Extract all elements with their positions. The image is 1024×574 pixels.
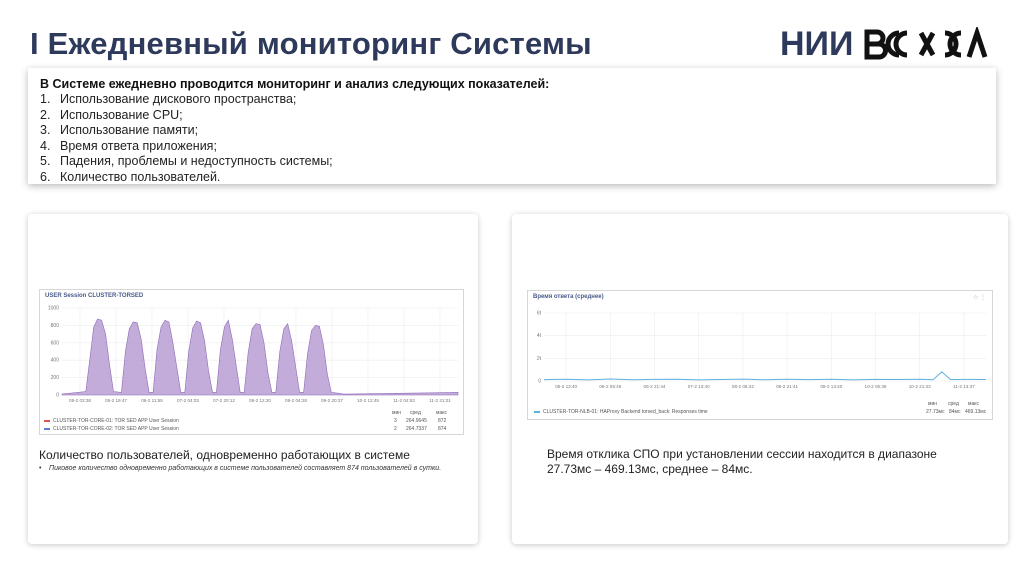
- list-item-text: Время ответа приложения;: [60, 138, 217, 153]
- x-tick-label: 10-2 21:33: [909, 384, 931, 389]
- y-tick-label: 1000: [48, 306, 59, 312]
- legend-avg: 264.7337: [406, 426, 427, 432]
- list-item: 1. Использование дискового пространства;: [40, 92, 984, 108]
- y-tick-label: 400: [51, 358, 60, 364]
- x-tick-label: 07-2 20:12: [213, 398, 235, 403]
- x-tick-label: 08-2 05:42: [732, 384, 754, 389]
- list-item: 5. Падения, проблемы и недоступность сист…: [40, 154, 984, 170]
- list-item: 4. Время ответа приложения;: [40, 139, 984, 155]
- legend-swatch: [44, 420, 50, 422]
- user-sessions-chart-panel: USER Session CLUSTER-TORSED 0 200 400 600 80…: [39, 289, 464, 435]
- user-sessions-card: USER Session CLUSTER-TORSED 0 200 400 600 80…: [28, 214, 478, 544]
- legend-label: CLUSTER-TOR-NLB-01: HAProxy Backend tors…: [543, 409, 708, 415]
- monitoring-info-box: В Системе ежедневно проводится мониторин…: [28, 68, 996, 184]
- series-area: [61, 318, 459, 396]
- x-tick-label: 08-2 21:41: [776, 384, 798, 389]
- user-sessions-note: • Пиковое количество одновременно работа…: [39, 464, 464, 473]
- y-tick-label: 0: [538, 379, 541, 385]
- response-time-chart: 0 2t 4t 6t 05-2 13:40 06-2 05:45 06-2 21:44 07-…: [537, 311, 987, 389]
- y-tick-label: 2t: [537, 356, 542, 362]
- x-tick-label: 07-2 13:40: [688, 384, 710, 389]
- user-sessions-chart: 0 200 400 600 800 1000 05-2 03:38 05-2 19:47 06-…: [48, 306, 459, 403]
- x-tick-label: 06-2 05:45: [599, 384, 621, 389]
- y-tick-label: 0: [56, 393, 59, 399]
- x-tick-label: 05-2 03:38: [69, 398, 91, 403]
- y-tick-label: 4t: [537, 333, 542, 339]
- y-tick-label: 6t: [537, 311, 542, 317]
- legend-min: 27.73мс: [926, 409, 945, 415]
- legend-min: 3: [394, 418, 397, 424]
- legend-item: CLUSTER-TOR-CORE-01: TOR SED APP User Se…: [44, 418, 179, 424]
- x-tick-label: 06-2 21:44: [644, 384, 666, 389]
- list-item-text: Использование дискового пространства;: [60, 92, 297, 106]
- legend-header-avg: сред: [948, 401, 959, 407]
- info-heading: В Системе ежедневно проводится мониторин…: [40, 77, 550, 91]
- list-item: 6. Количество пользователей.: [40, 170, 984, 186]
- list-item-number: 5.: [40, 154, 51, 168]
- legend-min: 2: [394, 426, 397, 432]
- list-item-number: 3.: [40, 123, 51, 137]
- list-item: 3. Использование памяти;: [40, 123, 984, 139]
- x-tick-label: 10-2 12:45: [357, 398, 379, 403]
- note-bullet: •: [39, 465, 42, 472]
- response-time-chart-panel: Время ответа (среднее) ☆ ⋮ 0 2t 4t 6t 05-2 1…: [527, 290, 993, 420]
- y-tick-label: 800: [51, 323, 60, 329]
- page-title: I Ежедневный мониторинг Системы: [30, 26, 592, 61]
- legend-label: CLUSTER-TOR-CORE-01: TOR SED APP User Se…: [53, 418, 179, 424]
- y-tick-label: 200: [51, 375, 60, 381]
- logo-text: НИИ: [780, 24, 854, 63]
- logo-mark-icon: [864, 27, 988, 60]
- note-text: Пиковое количество одновременно работающ…: [49, 465, 442, 472]
- response-time-card: Время ответа (среднее) ☆ ⋮ 0 2t 4t 6t 05-2 1…: [512, 214, 1008, 544]
- legend-header-max: макс: [968, 401, 979, 407]
- x-tick-label: 11-2 21:01: [429, 398, 451, 403]
- legend-max: 469.13мс: [965, 409, 987, 415]
- legend-swatch: [44, 428, 50, 430]
- legend-swatch: [534, 411, 540, 413]
- list-item-text: Использование памяти;: [60, 123, 199, 137]
- x-tick-label: 11-2 04:53: [393, 398, 415, 403]
- legend-header-min: мин: [928, 401, 937, 407]
- x-tick-label: 06-2 11:55: [141, 398, 163, 403]
- logo: НИИ: [780, 24, 993, 64]
- x-tick-label: 05-2 13:40: [555, 384, 577, 389]
- legend-max: 874: [438, 426, 447, 432]
- x-tick-label: 08-2 12:20: [249, 398, 271, 403]
- list-item-text: Использование CPU;: [60, 107, 183, 122]
- legend-header-avg: сред: [410, 410, 421, 416]
- x-tick-label: 07-2 04:03: [177, 398, 199, 403]
- legend-avg: 264.9645: [406, 418, 427, 424]
- legend-label: CLUSTER-TOR-CORE-02: TOR SED APP User Se…: [53, 426, 179, 432]
- list-item-number: 2.: [40, 107, 51, 122]
- list-item-text: Количество пользователей.: [60, 169, 221, 184]
- list-item: 2. Использование CPU;: [40, 108, 984, 124]
- list-item-text: Падения, проблемы и недоступность систем…: [60, 154, 333, 168]
- x-tick-label: 09-2 04:28: [285, 398, 307, 403]
- response-time-caption: Время отклика СПО при установлении сесси…: [547, 447, 937, 476]
- legend-item: CLUSTER-TOR-CORE-02: TOR SED APP User Se…: [44, 426, 179, 432]
- x-tick-label: 09-2 13:40: [820, 384, 842, 389]
- x-tick-label: 11-2 13:37: [953, 384, 975, 389]
- x-tick-label: 10-2 05:38: [865, 384, 887, 389]
- legend-header-min: мин: [392, 410, 401, 416]
- legend-max: 872: [438, 418, 447, 424]
- legend-avg: 84мс: [949, 409, 961, 415]
- legend-header-max: макс: [436, 410, 447, 416]
- x-tick-label: 09-2 20:37: [321, 398, 343, 403]
- list-item-number: 1.: [40, 92, 51, 106]
- y-tick-label: 600: [51, 340, 60, 346]
- list-item-number: 6.: [40, 169, 51, 184]
- legend-item: CLUSTER-TOR-NLB-01: HAProxy Backend tors…: [534, 409, 708, 415]
- user-sessions-caption: Количество пользователей, одновременно р…: [39, 448, 410, 462]
- info-list: 1. Использование дискового пространства; …: [40, 92, 984, 185]
- x-tick-label: 05-2 19:47: [105, 398, 127, 403]
- list-item-number: 4.: [40, 138, 51, 153]
